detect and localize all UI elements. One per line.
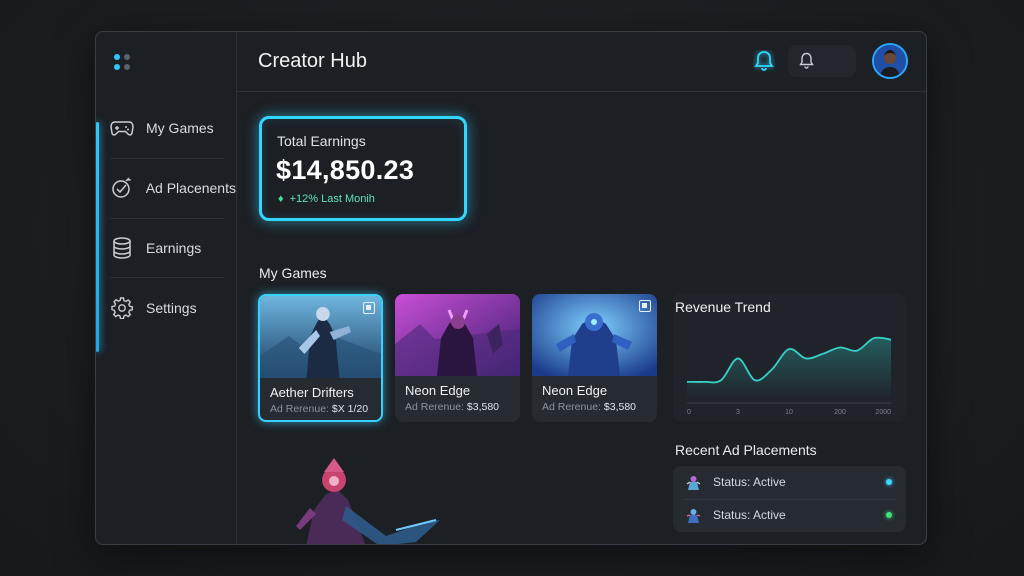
sidebar-item-earnings[interactable]: Earnings <box>108 218 236 278</box>
x-tick-label: 3 <box>736 409 740 416</box>
bell-icon <box>754 51 774 71</box>
game-name: Neon Edge <box>542 383 608 398</box>
game-revenue-label: Ad Rerenue: <box>270 403 329 415</box>
earnings-value: $14,850.23 <box>276 155 415 185</box>
earnings-delta-text: +12% Last Monih <box>289 193 375 205</box>
game-name: Aether Drifters <box>270 385 354 400</box>
list-item[interactable]: Status: Active <box>673 499 906 532</box>
notification-bell-button[interactable] <box>753 50 775 72</box>
sidebar-item-label: My Games <box>146 120 214 136</box>
revenue-trend-panel: Revenue Trend 0 3 10 200 2000 <box>673 293 906 422</box>
sidebar: My Games Ad Placenents Earnings Settings <box>96 32 237 544</box>
expand-icon[interactable] <box>363 302 375 314</box>
game-revenue-value: $X 1/20 <box>331 403 369 415</box>
trend-up-icon: ♦ <box>278 193 284 205</box>
ad-thumbnail-icon <box>686 509 701 523</box>
ad-status: Status: Active <box>713 475 786 489</box>
gear-icon <box>110 296 134 320</box>
top-bar: Creator Hub <box>237 32 926 92</box>
gamepad-icon <box>110 116 134 140</box>
game-revenue-value: $3,580 <box>466 401 500 413</box>
x-tick-label: 200 <box>834 409 846 416</box>
list-item[interactable]: Status: Active <box>673 466 906 500</box>
game-name: Neon Edge <box>405 383 471 398</box>
x-tick-label: 10 <box>785 409 793 416</box>
ad-thumbnail-icon <box>686 476 701 490</box>
notifications-button[interactable] <box>788 45 856 77</box>
bell-icon <box>799 52 814 69</box>
coins-icon <box>110 236 134 260</box>
game-revenue-label: Ad Rerenue: <box>405 401 464 413</box>
sidebar-item-label: Settings <box>146 300 197 316</box>
game-revenue: Ad Rerenue: $3,580 <box>542 401 636 413</box>
game-card[interactable]: Neon Edge Ad Rerenue: $3,580 <box>395 294 520 422</box>
user-avatar-image <box>874 45 906 77</box>
character-illustration <box>296 458 440 544</box>
game-revenue-value: $3,580 <box>603 401 637 413</box>
page-title: Creator Hub <box>258 50 367 72</box>
target-icon <box>110 176 134 200</box>
sidebar-item-label: Earnings <box>146 240 202 256</box>
my-games-title: My Games <box>259 265 327 281</box>
recent-ads-title: Recent Ad Placements <box>675 442 817 458</box>
game-card[interactable]: Neon Edge Ad Rerenue: $3,580 <box>532 294 657 422</box>
x-tick-label: 0 <box>687 409 691 416</box>
ad-status: Status: Active <box>713 508 786 522</box>
status-dot <box>886 479 892 485</box>
logo-icon <box>114 54 134 74</box>
app-window: My Games Ad Placenents Earnings Settings… <box>95 31 927 545</box>
game-card[interactable]: Aether Drifters Ad Rerenue: $X 1/20 <box>258 294 383 422</box>
total-earnings-card: Total Earnings $14,850.23 ♦ +12% Last Mon… <box>259 116 467 221</box>
sidebar-item-settings[interactable]: Settings <box>108 278 236 338</box>
revenue-trend-chart: 0 3 10 200 2000 <box>686 336 892 416</box>
x-tick-label: 2000 <box>875 409 891 416</box>
game-thumbnail-image <box>395 294 520 376</box>
expand-icon[interactable] <box>639 300 651 312</box>
avatar[interactable] <box>872 43 908 79</box>
sidebar-item-label: Ad Placenents <box>145 180 236 196</box>
game-revenue-label: Ad Rerenue: <box>542 401 601 413</box>
sidebar-item-my-games[interactable]: My Games <box>108 98 236 158</box>
game-revenue: Ad Rerenue: $3,580 <box>405 401 499 413</box>
earnings-delta: ♦ +12% Last Monih <box>278 193 375 205</box>
sidebar-item-ad-placements[interactable]: Ad Placenents <box>108 158 236 218</box>
game-revenue: Ad Rerenue: $X 1/20 <box>270 403 368 415</box>
recent-ads-list: Status: Active Status: Active <box>673 466 906 532</box>
active-nav-indicator <box>96 122 99 352</box>
status-dot <box>886 512 892 518</box>
earnings-label: Total Earnings <box>277 133 366 149</box>
revenue-area <box>687 337 891 399</box>
